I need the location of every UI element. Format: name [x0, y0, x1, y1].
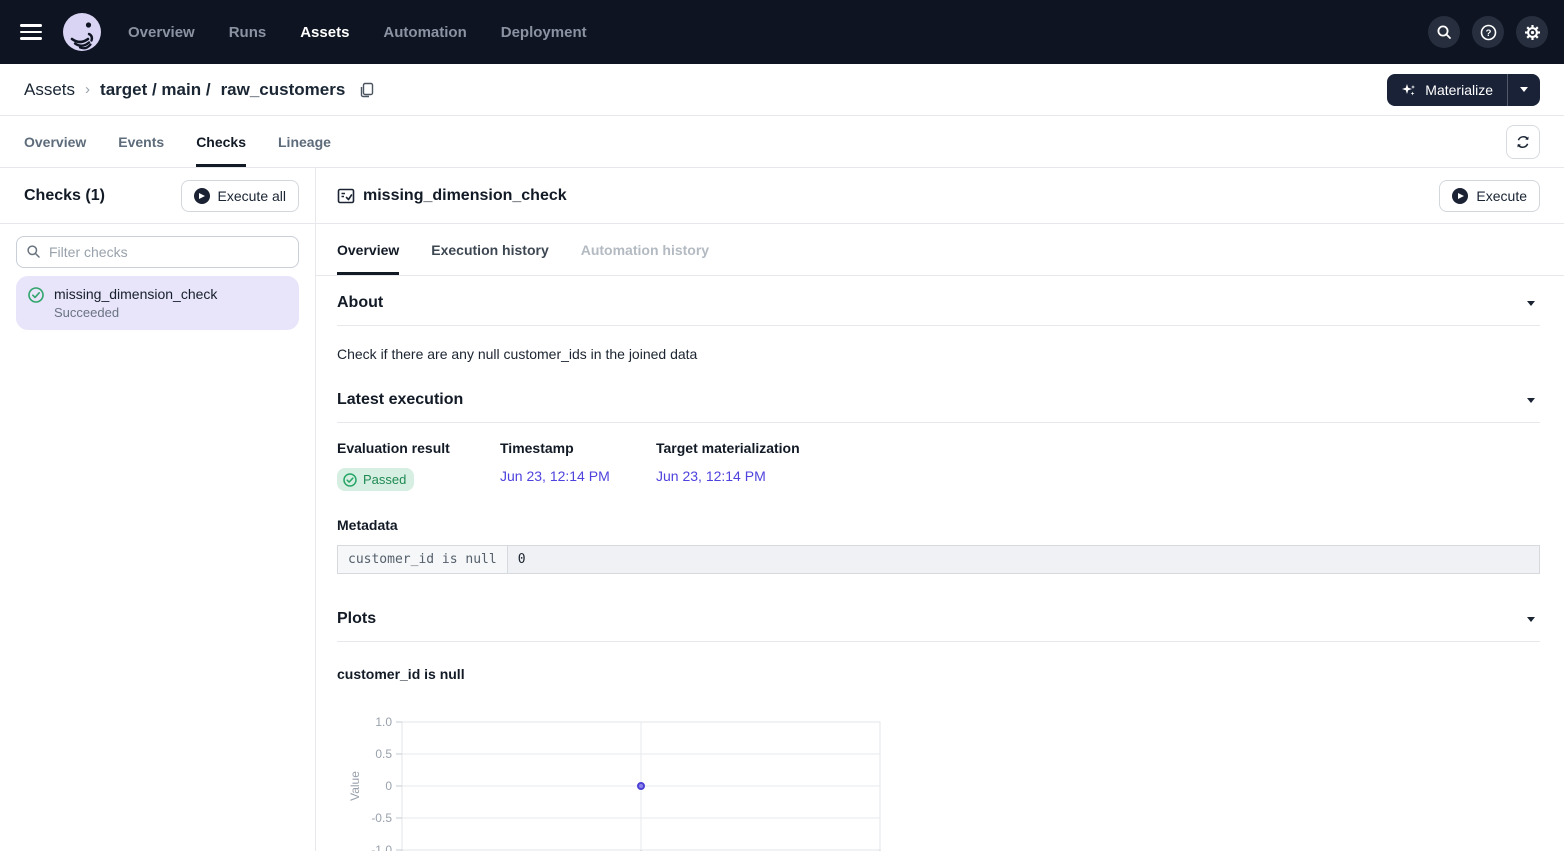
- latest-execution-heading: Latest execution: [337, 391, 463, 409]
- svg-text:?: ?: [1485, 28, 1491, 39]
- tab-execution-history[interactable]: Execution history: [431, 224, 548, 275]
- nav-overview[interactable]: Overview: [128, 24, 195, 41]
- timestamp-link[interactable]: Jun 23, 12:14 PM: [500, 468, 656, 484]
- refresh-button[interactable]: [1506, 125, 1540, 159]
- materialize-label: Materialize: [1425, 82, 1493, 98]
- check-item-status: Succeeded: [54, 305, 217, 320]
- chevron-right-icon: ›: [85, 81, 90, 98]
- help-icon: ?: [1480, 24, 1497, 41]
- settings-button[interactable]: [1516, 16, 1548, 48]
- checks-count-title: Checks (1): [24, 187, 105, 205]
- scatter-chart: 1.0 0.5 0 -0.5 -1.0 Value Jun 23, 12:14 …: [337, 709, 1540, 851]
- top-navigation-bar: Overview Runs Assets Automation Deployme…: [0, 0, 1564, 64]
- plots-collapse-button[interactable]: [1522, 610, 1540, 628]
- tab-automation-history[interactable]: Automation history: [581, 224, 709, 275]
- metadata-heading: Metadata: [337, 517, 1540, 533]
- nav-assets[interactable]: Assets: [300, 24, 349, 41]
- filter-checks-input[interactable]: [16, 236, 299, 268]
- latest-execution-table: Evaluation result Passed Timestamp Jun 2…: [337, 440, 1540, 491]
- search-button[interactable]: [1428, 16, 1460, 48]
- tab-events[interactable]: Events: [118, 116, 164, 167]
- copy-button[interactable]: [359, 82, 375, 98]
- breadcrumb: Assets › target / main / raw_customers: [24, 80, 375, 100]
- primary-nav: Overview Runs Assets Automation Deployme…: [128, 24, 587, 41]
- check-description: Check if there are any null customer_ids…: [337, 346, 1540, 362]
- passed-badge: Passed: [337, 468, 414, 491]
- check-title: missing_dimension_check: [363, 187, 567, 205]
- tab-check-overview[interactable]: Overview: [337, 224, 399, 275]
- chevron-down-icon: [1520, 87, 1528, 92]
- check-detail-panel: missing_dimension_check Execute Overview…: [316, 168, 1564, 851]
- plot-title: customer_id is null: [337, 666, 1540, 682]
- svg-text:-0.5: -0.5: [371, 811, 392, 825]
- copy-icon: [359, 82, 375, 98]
- tab-overview[interactable]: Overview: [24, 116, 86, 167]
- check-circle-icon: [343, 473, 357, 487]
- check-detail-tabs: Overview Execution history Automation hi…: [316, 224, 1564, 276]
- metadata-row: customer_id is null 0: [338, 546, 1540, 574]
- plots-section-header: Plots: [337, 610, 1540, 642]
- breadcrumb-row: Assets › target / main / raw_customers M…: [0, 64, 1564, 116]
- nav-deployment[interactable]: Deployment: [501, 24, 587, 41]
- check-list-item[interactable]: missing_dimension_check Succeeded: [16, 276, 299, 330]
- latest-execution-section-header: Latest execution: [337, 391, 1540, 423]
- breadcrumb-assets-link[interactable]: Assets: [24, 80, 75, 100]
- search-icon: [26, 244, 41, 264]
- nav-runs[interactable]: Runs: [229, 24, 267, 41]
- data-point[interactable]: [638, 783, 644, 789]
- asset-tabs-row: Overview Events Checks Lineage: [0, 116, 1564, 168]
- play-icon: [1452, 188, 1468, 204]
- y-axis-labels: 1.0 0.5 0 -0.5 -1.0: [371, 715, 392, 851]
- caret-down-icon: [1527, 398, 1535, 403]
- execute-button[interactable]: Execute: [1439, 180, 1540, 212]
- svg-text:1.0: 1.0: [375, 715, 392, 729]
- caret-down-icon: [1527, 301, 1535, 306]
- check-item-name: missing_dimension_check: [54, 286, 217, 302]
- svg-text:-1.0: -1.0: [371, 843, 392, 851]
- target-materialization-link[interactable]: Jun 23, 12:14 PM: [656, 468, 800, 484]
- asset-check-icon: [337, 187, 355, 205]
- search-icon: [1436, 24, 1452, 40]
- execute-all-button[interactable]: Execute all: [181, 180, 299, 212]
- sparkle-icon: [1401, 82, 1417, 98]
- svg-text:0.5: 0.5: [375, 747, 392, 761]
- gear-icon: [1524, 24, 1541, 41]
- metadata-table: customer_id is null 0: [337, 545, 1540, 574]
- nav-automation[interactable]: Automation: [383, 24, 466, 41]
- tab-lineage[interactable]: Lineage: [278, 116, 331, 167]
- col-evaluation-result: Evaluation result: [337, 440, 500, 456]
- play-icon: [194, 188, 210, 204]
- about-collapse-button[interactable]: [1522, 294, 1540, 312]
- latest-execution-collapse-button[interactable]: [1522, 391, 1540, 409]
- breadcrumb-asset-path: target / main /: [100, 80, 211, 100]
- materialize-button[interactable]: Materialize: [1387, 74, 1508, 106]
- plots-heading: Plots: [337, 610, 376, 628]
- check-success-icon: [28, 287, 44, 320]
- about-heading: About: [337, 294, 383, 312]
- col-target-materialization: Target materialization: [656, 440, 800, 456]
- breadcrumb-asset-name: raw_customers: [221, 80, 346, 100]
- caret-down-icon: [1527, 617, 1535, 622]
- col-timestamp: Timestamp: [500, 440, 656, 456]
- metadata-key: customer_id is null: [338, 546, 508, 574]
- metadata-value: 0: [507, 546, 1539, 574]
- menu-icon[interactable]: [20, 18, 48, 46]
- y-axis-title: Value: [348, 771, 362, 801]
- dagster-logo-icon[interactable]: [62, 12, 102, 52]
- materialize-split-button: Materialize: [1387, 74, 1540, 106]
- help-button[interactable]: ?: [1472, 16, 1504, 48]
- svg-text:0: 0: [385, 779, 392, 793]
- checks-sidebar: Checks (1) Execute all: [0, 168, 316, 851]
- materialize-dropdown-button[interactable]: [1508, 74, 1540, 106]
- refresh-icon: [1515, 134, 1531, 150]
- tab-checks[interactable]: Checks: [196, 116, 246, 167]
- about-section-header: About: [337, 294, 1540, 326]
